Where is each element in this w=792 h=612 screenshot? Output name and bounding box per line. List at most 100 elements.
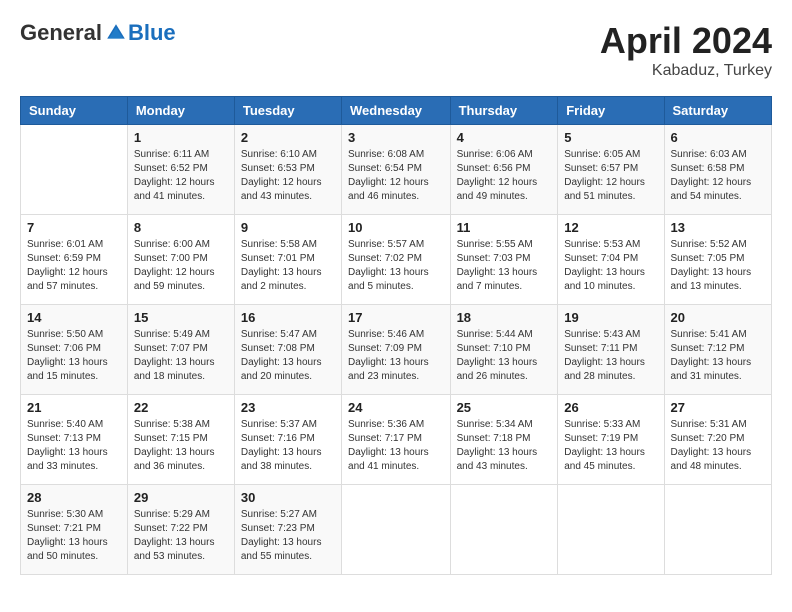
day-cell: 24Sunrise: 5:36 AM Sunset: 7:17 PM Dayli… <box>342 395 451 485</box>
weekday-header-thursday: Thursday <box>450 97 558 125</box>
day-number: 18 <box>457 310 552 325</box>
day-cell: 20Sunrise: 5:41 AM Sunset: 7:12 PM Dayli… <box>664 305 771 395</box>
logo-icon <box>104 21 128 45</box>
day-cell <box>21 125 128 215</box>
page-header: General Blue April 2024 Kabaduz, Turkey <box>20 20 772 80</box>
day-number: 9 <box>241 220 335 235</box>
day-number: 14 <box>27 310 121 325</box>
day-cell: 29 Sunrise: 5:29 AM Sunset: 7:22 PM Dayli… <box>127 485 234 575</box>
day-number: 8 <box>134 220 228 235</box>
day-info: Sunrise: 5:47 AM Sunset: 7:08 PM Dayligh… <box>241 328 335 384</box>
day-info: Sunrise: 5:33 AM Sunset: 7:19 PM Dayligh… <box>564 418 657 474</box>
day-cell: 15 Sunrise: 5:49 AM Sunset: 7:07 PM Dayli… <box>127 305 234 395</box>
day-cell: 2Sunrise: 6:10 AM Sunset: 6:53 PM Daylig… <box>234 125 341 215</box>
day-cell: 3 Sunrise: 6:08 AM Sunset: 6:54 PM Daylig… <box>342 125 451 215</box>
weekday-header-row: SundayMondayTuesdayWednesdayThursdayFrid… <box>21 97 772 125</box>
week-row-3: 14 Sunrise: 5:50 AM Sunset: 7:06 PM Dayli… <box>21 305 772 395</box>
day-number: 29 <box>134 490 228 505</box>
weekday-header-sunday: Sunday <box>21 97 128 125</box>
day-info: Sunrise: 5:43 AM Sunset: 7:11 PM Dayligh… <box>564 328 657 384</box>
weekday-header-saturday: Saturday <box>664 97 771 125</box>
day-cell: 5Sunrise: 6:05 AM Sunset: 6:57 PM Daylig… <box>558 125 664 215</box>
day-cell: 16 Sunrise: 5:47 AM Sunset: 7:08 PM Dayli… <box>234 305 341 395</box>
day-number: 26 <box>564 400 657 415</box>
day-number: 4 <box>457 130 552 145</box>
day-number: 10 <box>348 220 444 235</box>
day-number: 7 <box>27 220 121 235</box>
day-cell <box>342 485 451 575</box>
day-info: Sunrise: 5:41 AM Sunset: 7:12 PM Dayligh… <box>671 328 765 384</box>
month-year-title: April 2024 <box>600 20 772 62</box>
day-cell: 30Sunrise: 5:27 AM Sunset: 7:23 PM Dayli… <box>234 485 341 575</box>
day-number: 24 <box>348 400 444 415</box>
day-cell: 12 Sunrise: 5:53 AM Sunset: 7:04 PM Dayli… <box>558 215 664 305</box>
day-number: 15 <box>134 310 228 325</box>
day-cell: 11 Sunrise: 5:55 AM Sunset: 7:03 PM Dayli… <box>450 215 558 305</box>
day-info: Sunrise: 6:11 AM Sunset: 6:52 PM Dayligh… <box>134 148 228 204</box>
day-cell: 7Sunrise: 6:01 AM Sunset: 6:59 PM Daylig… <box>21 215 128 305</box>
week-row-5: 28Sunrise: 5:30 AM Sunset: 7:21 PM Dayli… <box>21 485 772 575</box>
day-cell: 27 Sunrise: 5:31 AM Sunset: 7:20 PM Dayli… <box>664 395 771 485</box>
day-info: Sunrise: 5:38 AM Sunset: 7:15 PM Dayligh… <box>134 418 228 474</box>
day-cell: 21 Sunrise: 5:40 AM Sunset: 7:13 PM Dayli… <box>21 395 128 485</box>
day-number: 22 <box>134 400 228 415</box>
day-info: Sunrise: 6:06 AM Sunset: 6:56 PM Dayligh… <box>457 148 552 204</box>
day-cell: 10 Sunrise: 5:57 AM Sunset: 7:02 PM Dayli… <box>342 215 451 305</box>
day-cell: 17Sunrise: 5:46 AM Sunset: 7:09 PM Dayli… <box>342 305 451 395</box>
day-info: Sunrise: 5:40 AM Sunset: 7:13 PM Dayligh… <box>27 418 121 474</box>
day-info: Sunrise: 5:31 AM Sunset: 7:20 PM Dayligh… <box>671 418 765 474</box>
day-cell: 19 Sunrise: 5:43 AM Sunset: 7:11 PM Dayli… <box>558 305 664 395</box>
location-subtitle: Kabaduz, Turkey <box>600 62 772 80</box>
weekday-header-wednesday: Wednesday <box>342 97 451 125</box>
day-number: 3 <box>348 130 444 145</box>
day-info: Sunrise: 6:08 AM Sunset: 6:54 PM Dayligh… <box>348 148 444 204</box>
title-block: April 2024 Kabaduz, Turkey <box>600 20 772 80</box>
day-cell: 9 Sunrise: 5:58 AM Sunset: 7:01 PM Daylig… <box>234 215 341 305</box>
day-info: Sunrise: 5:52 AM Sunset: 7:05 PM Dayligh… <box>671 238 765 294</box>
calendar-table: SundayMondayTuesdayWednesdayThursdayFrid… <box>20 96 772 575</box>
week-row-2: 7Sunrise: 6:01 AM Sunset: 6:59 PM Daylig… <box>21 215 772 305</box>
day-number: 25 <box>457 400 552 415</box>
day-number: 19 <box>564 310 657 325</box>
day-cell: 28Sunrise: 5:30 AM Sunset: 7:21 PM Dayli… <box>21 485 128 575</box>
day-number: 16 <box>241 310 335 325</box>
day-cell <box>664 485 771 575</box>
weekday-header-monday: Monday <box>127 97 234 125</box>
day-number: 23 <box>241 400 335 415</box>
day-info: Sunrise: 5:55 AM Sunset: 7:03 PM Dayligh… <box>457 238 552 294</box>
weekday-header-friday: Friday <box>558 97 664 125</box>
day-info: Sunrise: 5:50 AM Sunset: 7:06 PM Dayligh… <box>27 328 121 384</box>
day-info: Sunrise: 5:27 AM Sunset: 7:23 PM Dayligh… <box>241 508 335 564</box>
day-number: 2 <box>241 130 335 145</box>
day-info: Sunrise: 5:34 AM Sunset: 7:18 PM Dayligh… <box>457 418 552 474</box>
day-info: Sunrise: 6:05 AM Sunset: 6:57 PM Dayligh… <box>564 148 657 204</box>
day-cell: 13Sunrise: 5:52 AM Sunset: 7:05 PM Dayli… <box>664 215 771 305</box>
day-cell: 14 Sunrise: 5:50 AM Sunset: 7:06 PM Dayli… <box>21 305 128 395</box>
day-cell: 6 Sunrise: 6:03 AM Sunset: 6:58 PM Daylig… <box>664 125 771 215</box>
day-info: Sunrise: 5:29 AM Sunset: 7:22 PM Dayligh… <box>134 508 228 564</box>
day-number: 21 <box>27 400 121 415</box>
day-number: 12 <box>564 220 657 235</box>
day-cell: 18Sunrise: 5:44 AM Sunset: 7:10 PM Dayli… <box>450 305 558 395</box>
day-info: Sunrise: 5:57 AM Sunset: 7:02 PM Dayligh… <box>348 238 444 294</box>
logo-blue: Blue <box>128 20 176 46</box>
day-number: 1 <box>134 130 228 145</box>
day-number: 27 <box>671 400 765 415</box>
day-info: Sunrise: 5:53 AM Sunset: 7:04 PM Dayligh… <box>564 238 657 294</box>
day-cell: 1 Sunrise: 6:11 AM Sunset: 6:52 PM Daylig… <box>127 125 234 215</box>
day-cell: 25 Sunrise: 5:34 AM Sunset: 7:18 PM Dayli… <box>450 395 558 485</box>
day-cell: 22 Sunrise: 5:38 AM Sunset: 7:15 PM Dayli… <box>127 395 234 485</box>
day-info: Sunrise: 5:58 AM Sunset: 7:01 PM Dayligh… <box>241 238 335 294</box>
logo-general: General <box>20 20 102 46</box>
day-cell: 23Sunrise: 5:37 AM Sunset: 7:16 PM Dayli… <box>234 395 341 485</box>
day-info: Sunrise: 6:03 AM Sunset: 6:58 PM Dayligh… <box>671 148 765 204</box>
day-number: 11 <box>457 220 552 235</box>
week-row-1: 1 Sunrise: 6:11 AM Sunset: 6:52 PM Daylig… <box>21 125 772 215</box>
day-number: 6 <box>671 130 765 145</box>
day-cell <box>558 485 664 575</box>
day-cell <box>450 485 558 575</box>
day-number: 28 <box>27 490 121 505</box>
weekday-header-tuesday: Tuesday <box>234 97 341 125</box>
day-info: Sunrise: 5:49 AM Sunset: 7:07 PM Dayligh… <box>134 328 228 384</box>
day-cell: 4 Sunrise: 6:06 AM Sunset: 6:56 PM Daylig… <box>450 125 558 215</box>
